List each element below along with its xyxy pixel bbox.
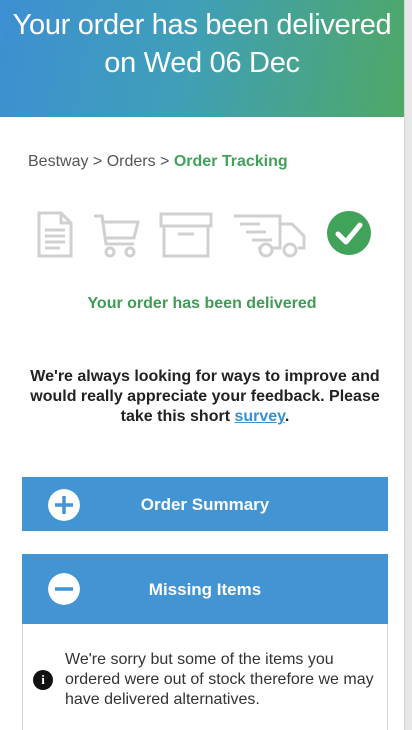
cart-icon (94, 214, 140, 258)
box-icon (159, 212, 213, 258)
info-icon: i (33, 670, 53, 690)
missing-items-accordion[interactable]: Missing Items (22, 554, 388, 624)
truck-icon (234, 214, 306, 258)
breadcrumb-current: Order Tracking (173, 153, 288, 170)
feedback-prompt: We're always looking for ways to improve… (20, 367, 390, 427)
order-progress-steps (36, 210, 376, 260)
feedback-text: We're always looking for ways to improve… (30, 368, 380, 425)
scrollbar-track[interactable] (404, 0, 412, 730)
breadcrumb: Bestway > Orders > Order Tracking (28, 153, 288, 171)
delivery-headline: Your order has been delivered on Wed 06 … (0, 0, 404, 82)
missing-items-panel: i We're sorry but some of the items you … (22, 624, 388, 730)
delivery-header: Your order has been delivered on Wed 06 … (0, 0, 404, 117)
check-circle-icon (327, 211, 371, 255)
order-summary-accordion[interactable]: Order Summary (22, 477, 388, 531)
breadcrumb-separator: > (88, 153, 107, 170)
missing-items-message: We're sorry but some of the items you or… (65, 651, 374, 708)
survey-link[interactable]: survey (234, 408, 284, 425)
order-summary-label: Order Summary (140, 495, 270, 514)
breadcrumb-separator: > (155, 153, 174, 170)
breadcrumb-bestway[interactable]: Bestway (28, 153, 88, 170)
feedback-text-end: . (284, 408, 290, 425)
breadcrumb-orders[interactable]: Orders (107, 153, 156, 170)
headline-line-1: Your order has been delivered (12, 9, 392, 41)
delivery-status-message: Your order has been delivered (87, 295, 317, 312)
document-icon (37, 211, 73, 258)
missing-items-label: Missing Items (148, 580, 262, 599)
headline-line-2: on Wed 06 Dec (104, 47, 300, 79)
